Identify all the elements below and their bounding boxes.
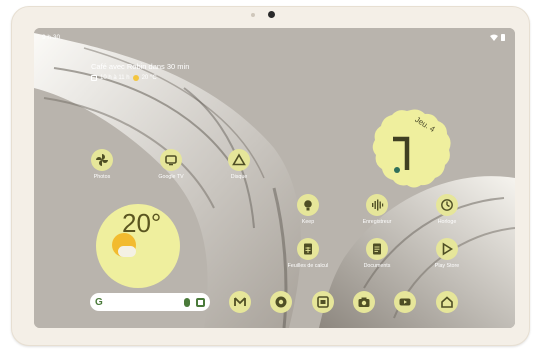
home-icon[interactable] bbox=[436, 291, 458, 313]
glance-event: Café avec Robin dans 30 min bbox=[91, 62, 190, 71]
app-label: Disque bbox=[230, 174, 248, 180]
weather-widget[interactable]: 20° bbox=[96, 204, 180, 288]
clock-shape bbox=[372, 109, 451, 188]
lens-icon[interactable] bbox=[196, 297, 205, 307]
app-keep[interactable]: Keep bbox=[278, 194, 338, 225]
google-logo: G bbox=[95, 296, 103, 308]
glance-time: 10 h à 11 h bbox=[100, 75, 130, 81]
play-icon bbox=[436, 238, 458, 260]
app-label: Play Store bbox=[434, 263, 460, 269]
mic-icon[interactable] bbox=[184, 297, 190, 307]
app-label: Keep bbox=[301, 219, 315, 225]
google-search-bar[interactable]: G bbox=[90, 293, 210, 311]
front-camera bbox=[268, 11, 275, 18]
app-label: Documents bbox=[363, 263, 391, 269]
sensor bbox=[251, 13, 255, 17]
glance-details: 10 h à 11 h 20 °C bbox=[91, 75, 189, 81]
gmail-icon[interactable] bbox=[229, 291, 251, 313]
clock-widget[interactable]: Jeu. 4 bbox=[370, 108, 452, 188]
bulb-icon bbox=[297, 194, 319, 216]
search-actions bbox=[184, 297, 205, 307]
glance-temp: 20 °C bbox=[141, 75, 157, 81]
pinwheel-icon bbox=[91, 149, 113, 171]
waveform-icon bbox=[366, 194, 388, 216]
app-play-store[interactable]: Play Store bbox=[417, 238, 477, 269]
sun-icon bbox=[132, 75, 139, 81]
wifi-icon bbox=[490, 34, 498, 41]
app-label: Photos bbox=[93, 174, 111, 180]
docs-icon bbox=[366, 238, 388, 260]
app-recorder[interactable]: Enregistreur bbox=[347, 194, 407, 225]
camera-icon[interactable] bbox=[353, 291, 375, 313]
status-time: 9 h 30 bbox=[42, 34, 61, 41]
app-label: Feuilles de calcul bbox=[287, 263, 329, 269]
youtube-icon[interactable] bbox=[394, 291, 416, 313]
cloud-icon bbox=[118, 246, 136, 257]
at-a-glance-widget[interactable]: Café avec Robin dans 30 min 10 h à 11 h … bbox=[91, 62, 189, 81]
sheets-icon bbox=[297, 238, 319, 260]
calendar-icon bbox=[91, 75, 97, 81]
app-sheets[interactable]: Feuilles de calcul bbox=[278, 238, 338, 269]
home-screen: 9 h 30 Café avec Robin dans 30 min 10 h … bbox=[34, 28, 515, 328]
tv-icon bbox=[160, 149, 182, 171]
drive-icon bbox=[228, 149, 250, 171]
app-photos[interactable]: Photos bbox=[72, 149, 132, 180]
app-drive[interactable]: Disque bbox=[209, 149, 269, 180]
app-docs[interactable]: Documents bbox=[347, 238, 407, 269]
battery-icon bbox=[501, 34, 505, 41]
chrome-icon[interactable] bbox=[270, 291, 292, 313]
clock-icon bbox=[436, 194, 458, 216]
app-label: Google TV bbox=[158, 174, 184, 180]
calendar-icon[interactable] bbox=[312, 291, 334, 313]
app-google-tv[interactable]: Google TV bbox=[141, 149, 201, 180]
app-label: Horloge bbox=[437, 219, 457, 225]
app-label: Enregistreur bbox=[362, 219, 392, 225]
status-icons bbox=[490, 34, 505, 41]
app-clock[interactable]: Horloge bbox=[417, 194, 477, 225]
